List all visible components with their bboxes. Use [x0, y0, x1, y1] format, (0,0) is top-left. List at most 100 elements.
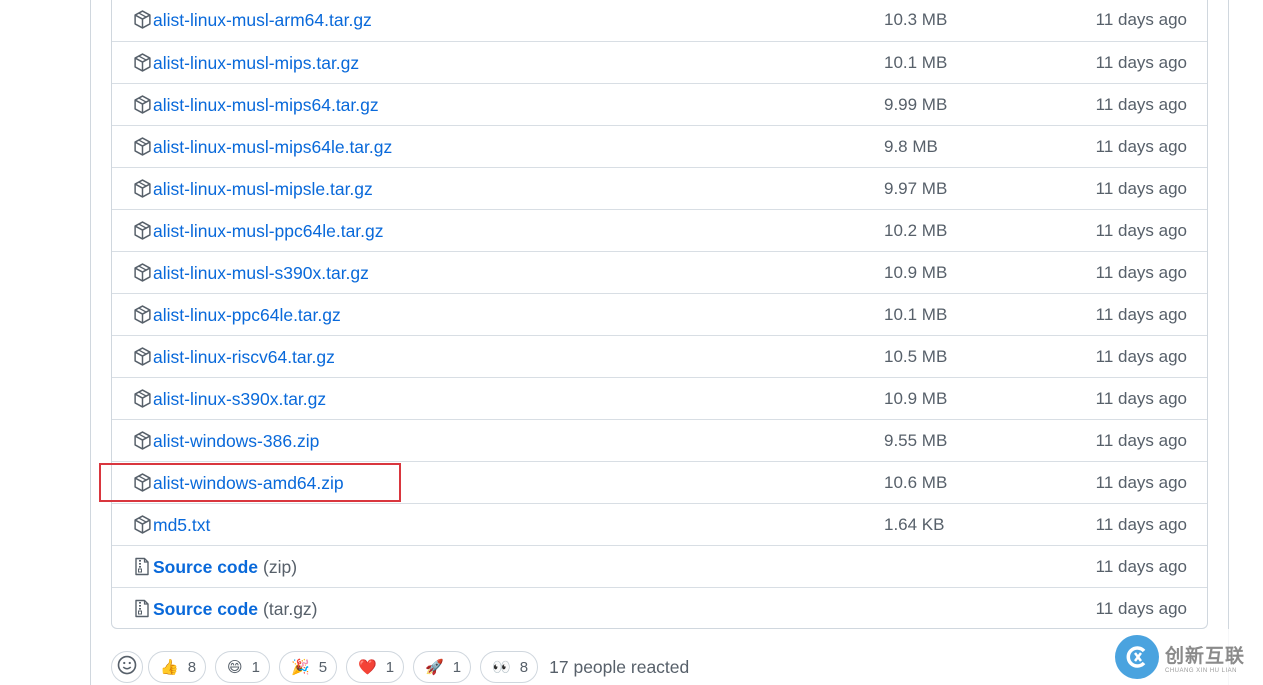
asset-size: 10.6 MB	[884, 473, 948, 492]
asset-download-link[interactable]: alist-linux-s390x.tar.gz	[134, 388, 326, 410]
reaction-button[interactable]: 👍 8	[148, 651, 207, 683]
asset-row: alist-linux-musl-mips.tar.gz 10.1 MB 11 da…	[112, 41, 1207, 83]
release-assets-list: alist-linux-musl-arm64.tar.gz 10.3 MB 11 d…	[111, 0, 1208, 629]
asset-row: alist-windows-386.zip 9.55 MB 11 days ago	[112, 419, 1207, 461]
reaction-button[interactable]: 😄 1	[215, 651, 271, 683]
package-icon	[134, 53, 152, 73]
source-code-link[interactable]: Source code (zip)	[134, 556, 297, 578]
asset-date: 11 days ago	[1095, 599, 1187, 618]
asset-row: alist-linux-musl-mips64le.tar.gz 9.8 MB 11…	[112, 125, 1207, 167]
package-icon	[134, 221, 152, 241]
asset-download-link[interactable]: alist-windows-amd64.zip	[134, 472, 344, 494]
asset-name: alist-linux-musl-ppc64le.tar.gz	[153, 220, 384, 241]
asset-download-link[interactable]: alist-linux-ppc64le.tar.gz	[134, 304, 341, 326]
asset-row: alist-windows-amd64.zip 10.6 MB 11 days ag…	[112, 461, 1207, 503]
reaction-button[interactable]: 🎉 5	[279, 651, 338, 683]
asset-size: 10.1 MB	[884, 53, 948, 72]
smiley-icon	[117, 655, 137, 680]
reaction-count: 1	[251, 658, 261, 676]
package-icon	[134, 95, 152, 115]
asset-download-link[interactable]: alist-linux-musl-ppc64le.tar.gz	[134, 220, 384, 242]
reaction-count: 5	[318, 658, 328, 676]
asset-date: 11 days ago	[1095, 137, 1187, 156]
reaction-button[interactable]: 🚀 1	[413, 651, 472, 683]
asset-row: alist-linux-ppc64le.tar.gz 10.1 MB 11 days…	[112, 293, 1207, 335]
page-right-border	[1228, 0, 1229, 685]
asset-name: alist-windows-386.zip	[153, 430, 320, 451]
asset-format: (zip)	[263, 556, 298, 577]
asset-name: alist-linux-musl-mips64.tar.gz	[153, 94, 379, 115]
asset-row: alist-linux-musl-ppc64le.tar.gz 10.2 MB 11…	[112, 209, 1207, 251]
asset-download-link[interactable]: alist-linux-musl-arm64.tar.gz	[134, 9, 372, 31]
asset-size: 10.9 MB	[884, 389, 948, 408]
reaction-button[interactable]: 👀 8	[480, 651, 539, 683]
asset-size: 9.8 MB	[884, 137, 938, 156]
eyes-icon: 👀	[492, 658, 511, 676]
asset-date: 11 days ago	[1095, 10, 1187, 29]
add-reaction-button[interactable]	[111, 651, 143, 683]
asset-name: alist-linux-riscv64.tar.gz	[153, 346, 335, 367]
asset-row: alist-linux-s390x.tar.gz 10.9 MB 11 days a…	[112, 377, 1207, 419]
asset-size: 10.9 MB	[884, 263, 948, 282]
reaction-count: 1	[385, 658, 395, 676]
asset-name: alist-linux-musl-s390x.tar.gz	[153, 262, 369, 283]
package-icon	[134, 263, 152, 283]
asset-date: 11 days ago	[1095, 431, 1187, 450]
reaction-list: 👍 8 😄 1 🎉 5 ❤️ 1 🚀 1 👀 8	[148, 651, 547, 683]
asset-row: alist-linux-musl-mips64.tar.gz 9.99 MB 11 …	[112, 83, 1207, 125]
asset-name: alist-linux-ppc64le.tar.gz	[153, 304, 341, 325]
asset-size: 10.5 MB	[884, 347, 948, 366]
asset-size: 10.3 MB	[884, 10, 948, 29]
asset-date: 11 days ago	[1095, 557, 1187, 576]
file-zip-icon	[134, 557, 152, 577]
asset-download-link[interactable]: alist-linux-riscv64.tar.gz	[134, 346, 335, 368]
source-code-link[interactable]: Source code (tar.gz)	[134, 598, 318, 620]
asset-date: 11 days ago	[1095, 221, 1187, 240]
asset-date: 11 days ago	[1095, 95, 1187, 114]
asset-download-link[interactable]: alist-linux-musl-s390x.tar.gz	[134, 262, 369, 284]
asset-name: alist-linux-musl-arm64.tar.gz	[153, 9, 372, 30]
asset-row: Source code (zip) 11 days ago	[112, 545, 1207, 587]
file-zip-icon	[134, 599, 152, 619]
asset-date: 11 days ago	[1095, 515, 1187, 534]
watermark-subtext: CHUANG XIN HU LIAN	[1165, 667, 1238, 674]
asset-size: 1.64 KB	[884, 515, 945, 534]
asset-row: alist-linux-riscv64.tar.gz 10.5 MB 11 days…	[112, 335, 1207, 377]
asset-row: alist-linux-musl-arm64.tar.gz 10.3 MB 11 d…	[112, 0, 1207, 41]
package-icon	[134, 179, 152, 199]
asset-date: 11 days ago	[1095, 305, 1187, 324]
asset-date: 11 days ago	[1095, 389, 1187, 408]
asset-name: alist-windows-amd64.zip	[153, 472, 344, 493]
asset-format: (tar.gz)	[263, 598, 318, 619]
asset-name: alist-linux-musl-mips.tar.gz	[153, 52, 360, 73]
asset-date: 11 days ago	[1095, 53, 1187, 72]
heart-icon: ❤️	[358, 658, 377, 676]
asset-download-link[interactable]: alist-linux-musl-mips.tar.gz	[134, 52, 359, 74]
asset-date: 11 days ago	[1095, 473, 1187, 492]
asset-download-link[interactable]: alist-windows-386.zip	[134, 430, 319, 452]
asset-row: md5.txt 1.64 KB 11 days ago	[112, 503, 1207, 545]
package-icon	[134, 473, 152, 493]
asset-name: Source code	[153, 598, 259, 619]
asset-download-link[interactable]: alist-linux-musl-mips64.tar.gz	[134, 94, 379, 116]
package-icon	[134, 515, 152, 535]
package-icon	[134, 347, 152, 367]
asset-size: 9.55 MB	[884, 431, 948, 450]
reaction-count: 1	[452, 658, 462, 676]
asset-download-link[interactable]: alist-linux-musl-mips64le.tar.gz	[134, 136, 392, 158]
asset-download-link[interactable]: md5.txt	[134, 514, 210, 536]
reactions-bar: 👍 8 😄 1 🎉 5 ❤️ 1 🚀 1 👀 8 17 people reacted	[111, 650, 689, 684]
watermark-text: 创新互联	[1165, 645, 1246, 667]
asset-name: md5.txt	[153, 514, 211, 535]
reaction-button[interactable]: ❤️ 1	[346, 651, 405, 683]
reaction-count: 8	[187, 658, 197, 676]
asset-size: 10.2 MB	[884, 221, 948, 240]
asset-row: Source code (tar.gz) 11 days ago	[112, 587, 1207, 629]
reaction-count: 8	[519, 658, 529, 676]
hooray-icon: 🎉	[291, 658, 310, 676]
package-icon	[134, 137, 152, 157]
asset-date: 11 days ago	[1095, 347, 1187, 366]
asset-size: 10.1 MB	[884, 305, 948, 324]
asset-name: alist-linux-musl-mipsle.tar.gz	[153, 178, 373, 199]
asset-download-link[interactable]: alist-linux-musl-mipsle.tar.gz	[134, 178, 373, 200]
